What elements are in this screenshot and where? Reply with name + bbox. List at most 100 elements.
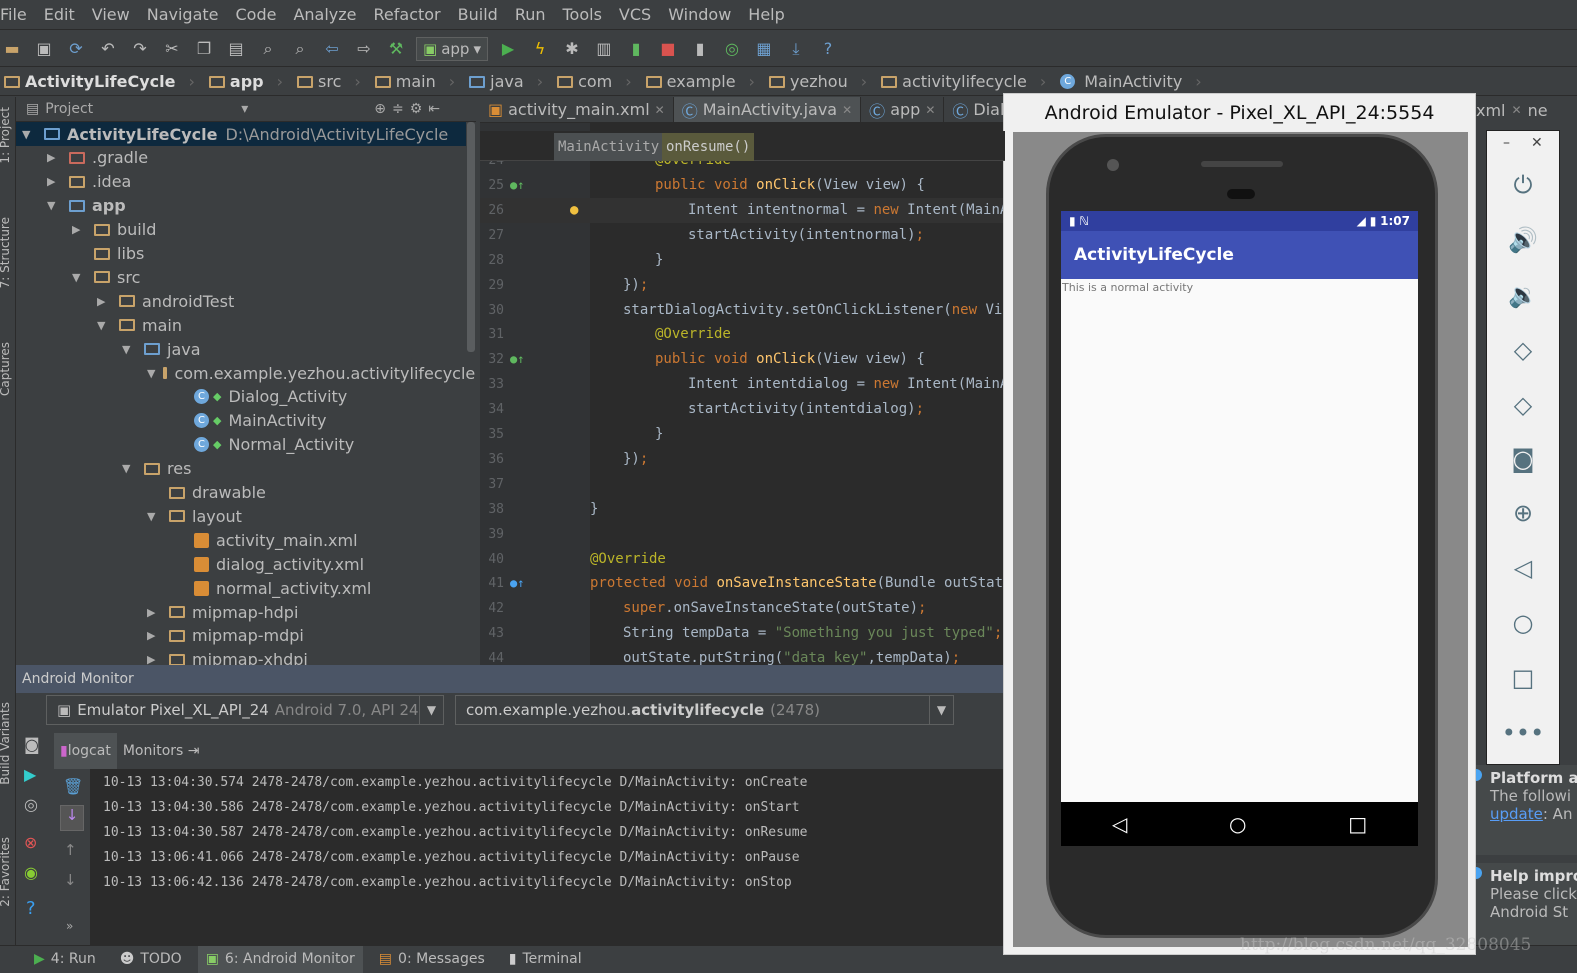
breadcrumb-item[interactable]: com: [553, 72, 642, 91]
breadcrumb-item[interactable]: C MainActivity: [1056, 72, 1211, 91]
tree-item[interactable]: dialog_activity.xml: [16, 552, 466, 576]
make-icon[interactable]: ⚒: [384, 38, 408, 60]
tree-item[interactable]: C ◆ Dialog_Activity: [16, 385, 466, 409]
menu-edit[interactable]: Edit: [36, 5, 84, 24]
menu-refactor[interactable]: Refactor: [366, 5, 450, 24]
expand-arrow-icon[interactable]: ▼: [97, 319, 111, 332]
implements-marker-icon[interactable]: ●↑: [510, 347, 524, 372]
camera-icon[interactable]: ◙: [1487, 445, 1559, 473]
volume-up-icon[interactable]: 🔊: [1487, 226, 1559, 254]
log-entry[interactable]: 10-13 13:04:30.574 2478-2478/com.example…: [103, 775, 807, 790]
emulator-window[interactable]: Android Emulator - Pixel_XL_API_24:5554 …: [1003, 93, 1476, 955]
back-icon[interactable]: ⇦: [320, 38, 344, 60]
breadcrumb-item[interactable]: main: [371, 72, 465, 91]
cut-icon[interactable]: ✂: [160, 38, 184, 60]
tree-item[interactable]: C ◆ Normal_Activity: [16, 433, 466, 457]
override-marker-icon[interactable]: ●↑: [510, 571, 524, 596]
expand-arrow-icon[interactable]: ▼: [72, 271, 86, 284]
down-icon[interactable]: ↓: [64, 871, 77, 889]
tree-item[interactable]: ▼ app: [16, 194, 466, 218]
run-config-select[interactable]: ▣ app ▾: [416, 36, 488, 61]
chevron-down-icon[interactable]: ▾: [241, 101, 248, 117]
tree-item[interactable]: ▶ mipmap-mdpi: [16, 624, 466, 648]
tree-item[interactable]: ▼ java: [16, 337, 466, 361]
expand-arrow-icon[interactable]: ▼: [147, 510, 161, 523]
chevron-down-icon[interactable]: ▼: [929, 696, 953, 724]
forward-icon[interactable]: ⇨: [352, 38, 376, 60]
tab-monitors[interactable]: Monitors ⇥: [117, 733, 206, 769]
more-icon[interactable]: »: [66, 919, 73, 933]
crumb-method[interactable]: onResume(): [662, 133, 755, 161]
back-icon[interactable]: ◁: [1487, 554, 1559, 582]
collapse-all-icon[interactable]: ≑: [392, 101, 404, 117]
tool-tab-messages[interactable]: ▤ 0: Messages: [371, 946, 493, 973]
back-button[interactable]: ◁: [1112, 812, 1127, 836]
menu-file[interactable]: File: [0, 5, 36, 24]
editor-tab[interactable]: Ⓒ MainActivity.java ✕: [673, 97, 862, 122]
sdk-manager-icon[interactable]: ◎: [720, 38, 744, 60]
collapse-arrow-icon[interactable]: ▶: [47, 175, 61, 188]
minimize-icon[interactable]: –: [1503, 135, 1510, 151]
menu-window[interactable]: Window: [660, 5, 740, 24]
device-select[interactable]: ▣ Emulator Pixel_XL_API_24 Android 7.0, …: [46, 695, 444, 725]
terminate-icon[interactable]: ⊗: [24, 833, 37, 852]
tab-xml[interactable]: xml: [1476, 101, 1506, 120]
menu-view[interactable]: View: [84, 5, 139, 24]
stop-icon[interactable]: ■: [656, 38, 680, 60]
tree-item[interactable]: ▼ layout: [16, 504, 466, 528]
hide-icon[interactable]: ⇤: [428, 101, 440, 117]
power-icon[interactable]: ⏻: [1487, 171, 1559, 199]
update-link[interactable]: update: [1490, 805, 1543, 823]
open-icon[interactable]: ▬: [0, 38, 24, 60]
tree-item[interactable]: ▶ mipmap-hdpi: [16, 600, 466, 624]
copy-icon[interactable]: ❐: [192, 38, 216, 60]
download-icon[interactable]: ⤓: [784, 38, 808, 60]
more-icon[interactable]: •••: [1487, 719, 1559, 747]
breadcrumb-item[interactable]: app: [205, 72, 293, 91]
menu-vcs[interactable]: VCS: [611, 5, 660, 24]
up-icon[interactable]: ↑: [64, 841, 77, 859]
phone-screen[interactable]: ▮ ℕ ◢ ▮ 1:07 ActivityLifeCycle This is a…: [1061, 211, 1418, 802]
menu-tools[interactable]: Tools: [555, 5, 611, 24]
tool-tab-todo[interactable]: ☻ TODO: [112, 946, 190, 973]
menu-help[interactable]: Help: [740, 5, 793, 24]
home-icon[interactable]: ○: [1487, 609, 1559, 637]
gear-icon[interactable]: ⚙: [410, 101, 423, 117]
breadcrumb-item[interactable]: ActivityLifeCycle: [0, 72, 205, 91]
tool-project[interactable]: 1: Project: [0, 107, 12, 164]
rotate-right-icon[interactable]: ◇: [1487, 391, 1559, 419]
tool-build-variants[interactable]: Build Variants: [0, 702, 12, 785]
debug-icon[interactable]: ✱: [560, 38, 584, 60]
log-entry[interactable]: 10-13 13:06:41.066 2478-2478/com.example…: [103, 850, 800, 865]
tool-tab-android-monitor[interactable]: ▣ 6: Android Monitor: [197, 945, 363, 973]
expand-arrow-icon[interactable]: ▼: [47, 199, 61, 212]
project-view-select[interactable]: Project: [45, 101, 235, 117]
log-entry[interactable]: 10-13 13:06:42.136 2478-2478/com.example…: [103, 875, 792, 890]
tab-logcat[interactable]: ▮logcat: [54, 733, 117, 769]
close-icon[interactable]: ✕: [1512, 103, 1522, 117]
expand-arrow-icon[interactable]: ▼: [147, 367, 155, 380]
tree-item[interactable]: drawable: [16, 481, 466, 505]
lightbulb-icon[interactable]: ●: [570, 198, 578, 223]
overview-icon[interactable]: □: [1487, 664, 1559, 692]
collapse-arrow-icon[interactable]: ▶: [147, 606, 161, 619]
tree-item[interactable]: ▶ build: [16, 218, 466, 242]
breadcrumb-item[interactable]: src: [293, 72, 371, 91]
hierarchy-icon[interactable]: ◉: [24, 863, 38, 882]
avd-manager-icon[interactable]: ▮: [688, 38, 712, 60]
sync-icon[interactable]: ⟳: [64, 38, 88, 60]
help-icon[interactable]: ?: [816, 38, 840, 60]
project-scrollbar[interactable]: [467, 122, 475, 352]
run-icon[interactable]: ▶: [496, 38, 520, 60]
menu-navigate[interactable]: Navigate: [139, 5, 228, 24]
help-icon[interactable]: ?: [26, 898, 36, 919]
undo-icon[interactable]: ↶: [96, 38, 120, 60]
clear-log-icon[interactable]: 🗑: [63, 777, 83, 796]
expand-arrow-icon[interactable]: ▼: [122, 343, 136, 356]
tree-item[interactable]: ▶ .idea: [16, 170, 466, 194]
log-entry[interactable]: 10-13 13:04:30.586 2478-2478/com.example…: [103, 800, 800, 815]
notification-platform[interactable]: Platform a The followi update: An: [1476, 765, 1577, 855]
tree-item[interactable]: libs: [16, 242, 466, 266]
breadcrumb-item[interactable]: activitylifecycle: [877, 72, 1056, 91]
tool-tab-run[interactable]: ▶ 4: Run: [26, 946, 104, 973]
